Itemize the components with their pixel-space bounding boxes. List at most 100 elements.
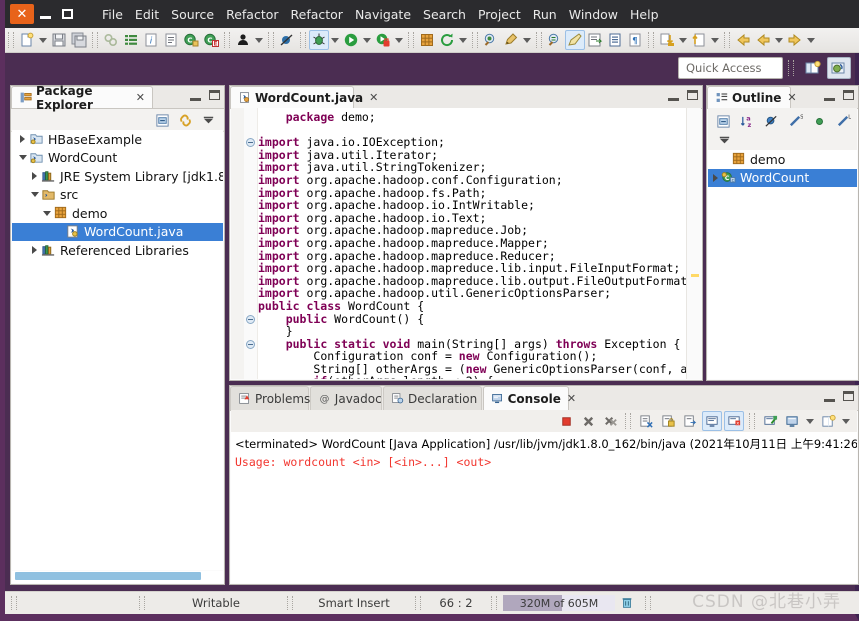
toolbar-grip-3[interactable] [224,32,230,48]
new-package-icon[interactable] [417,30,437,50]
show-console-on-output-icon[interactable] [702,411,722,431]
expander-expanded-icon[interactable] [40,204,53,222]
toolbar-grip[interactable] [8,32,14,48]
profile-icon[interactable] [233,30,253,50]
menu-item-edit[interactable]: Edit [129,7,165,22]
code-line[interactable]: package demo; [258,111,687,124]
menu-item-refactor2[interactable]: Refactor [285,7,349,22]
tab-problems[interactable]: ! Problems [230,386,310,410]
menu-item-refactor[interactable]: Refactor [220,7,284,22]
fold-collapse-icon[interactable] [246,339,255,349]
forward-caret[interactable] [773,30,785,50]
editor-folding-ruler[interactable] [244,108,258,379]
minimize-icon[interactable] [190,89,201,101]
tab-declaration[interactable]: Declaration [383,386,482,410]
expander-collapsed-icon[interactable] [28,167,41,185]
display-selected-console-icon[interactable] [782,411,802,431]
open-perspective-icon[interactable] [801,57,825,79]
save-all-icon[interactable] [69,30,89,50]
show-console-on-error-icon[interactable]: x [724,411,744,431]
link-with-editor-icon[interactable] [175,110,195,130]
expander-expanded-icon[interactable] [28,186,41,204]
code-line[interactable]: if(otherArgs.length < 2) { [258,375,687,379]
new-dropdown-caret[interactable] [37,30,49,50]
package-explorer-hscroll-thumb[interactable] [15,572,201,580]
tree-item-referenced-libraries[interactable]: Referenced Libraries [12,241,223,260]
hide-static-icon[interactable]: S [785,111,805,131]
minimize-window-button[interactable] [34,4,56,24]
clear-console-icon[interactable] [636,411,656,431]
close-icon[interactable]: ✕ [136,91,145,104]
java-perspective-icon[interactable] [827,57,851,79]
tab-console[interactable]: Console ✕ [482,386,576,410]
tab-package-explorer[interactable]: Package Explorer ✕ [11,84,153,112]
console-output[interactable]: <terminated> WordCount [Java Application… [231,432,857,583]
skip-breakpoints-icon[interactable] [277,30,297,50]
close-icon[interactable]: ✕ [567,392,576,405]
paragraph-icon[interactable]: ¶ [625,30,645,50]
outline-item-demo[interactable]: demo [708,150,857,169]
previous-annotation-icon[interactable] [689,30,709,50]
tab-javadoc[interactable]: @ Javadoc [309,386,382,410]
properties-icon[interactable] [161,30,181,50]
maximize-icon[interactable] [843,90,854,100]
collapse-all-icon[interactable] [713,111,733,131]
toolbar-grip-7[interactable] [472,32,478,48]
toolbar-grip-6[interactable] [408,32,414,48]
editor-annotation-ruler[interactable] [231,108,245,379]
coverage-icon[interactable] [373,30,393,50]
hide-fields-icon[interactable] [761,111,781,131]
tab-outline[interactable]: Outline ✕ [707,86,797,108]
tree-item-wordcount[interactable]: WordCount [12,149,223,168]
source-code[interactable]: package demo; import java.io.IOException… [258,108,687,379]
toolbar-grip-5[interactable] [300,32,306,48]
info-icon[interactable]: i [141,30,161,50]
new-java-class-icon[interactable]: C [181,30,201,50]
overview-marker[interactable] [691,274,699,277]
build-all-icon[interactable] [121,30,141,50]
export-icon[interactable] [585,30,605,50]
save-icon[interactable] [49,30,69,50]
expander-expanded-icon[interactable] [16,149,29,167]
previous-annotation-caret[interactable] [709,30,721,50]
minimize-icon[interactable] [824,390,835,402]
view-menu-icon[interactable] [198,110,218,130]
code-line[interactable]: public WordCount() { [258,312,687,326]
toolbar-grip-4[interactable] [268,32,274,48]
tree-item-hbaseexample[interactable]: HBaseExample [12,130,223,149]
toolbar-grip-8[interactable] [536,32,542,48]
remove-launch-icon[interactable] [578,411,598,431]
back-icon[interactable] [733,30,753,50]
quick-access-input[interactable]: Quick Access [678,57,783,79]
menu-item-file[interactable]: File [96,7,129,22]
fold-collapse-icon[interactable] [246,138,255,148]
tree-item-src[interactable]: src [12,186,223,205]
profile-dropdown-caret[interactable] [253,30,265,50]
link-icon[interactable] [101,30,121,50]
collapse-all-icon[interactable] [152,110,172,130]
code-editor[interactable]: package demo; import java.io.IOException… [231,108,701,379]
perspective-grip[interactable] [788,60,794,76]
pin-icon[interactable] [545,30,565,50]
minimize-icon[interactable] [668,89,679,101]
heap-status-bar[interactable]: 320M of 605M [503,595,615,611]
minimize-icon[interactable] [824,89,835,101]
maximize-icon[interactable] [843,391,854,401]
tab-wordcount-java[interactable]: WordCount.java ✕ [230,86,378,108]
menu-item-search[interactable]: Search [417,7,472,22]
refresh-dropdown-caret[interactable] [457,30,469,50]
menu-item-source[interactable]: Source [165,7,220,22]
tree-item-wordcount-java[interactable]: WordCount.java [12,222,223,241]
maximize-icon[interactable] [687,90,698,100]
trash-icon[interactable] [615,596,639,610]
next-annotation-icon[interactable] [657,30,677,50]
menu-item-help[interactable]: Help [624,7,665,22]
next-edit-icon[interactable] [785,30,805,50]
remove-all-launches-icon[interactable] [600,411,620,431]
display-console-caret[interactable] [804,411,816,431]
hide-non-public-icon[interactable] [809,111,829,131]
close-icon[interactable]: ✕ [369,91,378,104]
close-icon[interactable]: ✕ [787,91,796,104]
table-icon[interactable] [605,30,625,50]
open-console-caret[interactable] [840,411,852,431]
